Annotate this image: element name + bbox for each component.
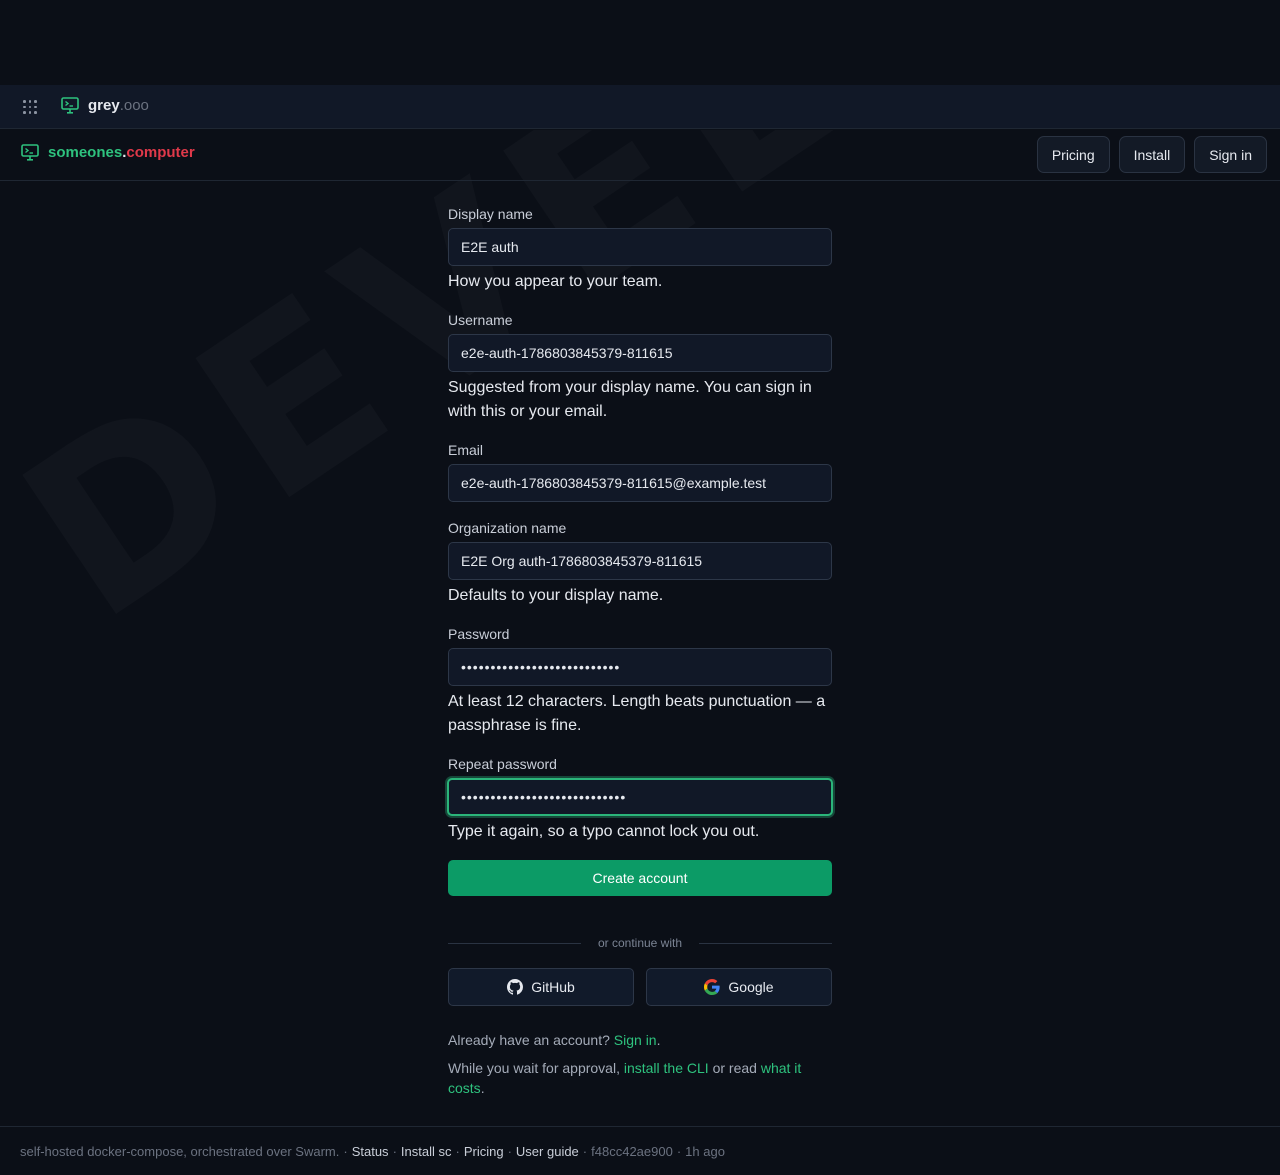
org-name-label: Organization name (448, 520, 567, 536)
username-input[interactable]: e2e-auth-1786803845379-811615 (448, 334, 832, 372)
grey-brand-name: grey (88, 97, 120, 114)
display-name-input[interactable]: E2E auth (448, 228, 832, 266)
header-nav: Pricing Install Sign in (1036, 136, 1267, 173)
someones-computer-brand[interactable]: someones.computer (21, 144, 195, 161)
display-name-hint: How you appear to your team. (448, 273, 663, 290)
grey-brand[interactable]: grey.ooo (61, 97, 149, 114)
app-launcher-grid-icon[interactable] (23, 100, 37, 114)
display-name-label: Display name (448, 206, 533, 222)
install-cli-link[interactable]: install the CLI (624, 1060, 709, 1076)
terminal-monitor-icon (61, 97, 79, 114)
site-footer: self-hosted docker-compose, orchestrated… (0, 1126, 1280, 1175)
password-hint: At least 12 characters. Length beats pun… (448, 693, 826, 734)
google-icon (704, 979, 721, 995)
footer-pricing-link[interactable]: Pricing (464, 1144, 504, 1159)
password-label: Password (448, 626, 510, 642)
org-name-hint: Defaults to your display name. (448, 587, 664, 604)
footer-status-link[interactable]: Status (352, 1144, 389, 1159)
sign-in-button[interactable]: Sign in (1194, 136, 1267, 173)
footer-install-link[interactable]: Install sc (401, 1144, 452, 1159)
username-label: Username (448, 312, 513, 328)
footer-user-guide-link[interactable]: User guide (516, 1144, 579, 1159)
google-label: Google (728, 979, 774, 995)
grey-brand-suffix: .ooo (119, 97, 149, 114)
approval-note: While you wait for approval, install the… (448, 1060, 802, 1096)
password-input[interactable]: ••••••••••••••••••••••••••• (448, 648, 832, 686)
footer-commit-hash: f48cc42ae900 (591, 1143, 673, 1159)
github-label: GitHub (531, 979, 575, 995)
repeat-password-input[interactable]: •••••••••••••••••••••••••••• (447, 778, 833, 816)
repeat-password-label: Repeat password (448, 756, 557, 772)
org-name-input[interactable]: E2E Org auth-1786803845379-811615 (448, 542, 832, 580)
email-label: Email (448, 442, 484, 458)
install-button[interactable]: Install (1118, 136, 1186, 173)
create-account-button[interactable]: Create account (448, 860, 832, 896)
signin-prompt: Already have an account? Sign in. (448, 1032, 661, 1048)
site-header: someones.computer Pricing Install Sign i… (0, 129, 1280, 181)
email-input[interactable]: e2e-auth-1786803845379-811615@example.te… (448, 464, 832, 502)
repeat-password-hint: Type it again, so a typo cannot lock you… (448, 823, 760, 840)
github-button[interactable]: GitHub (448, 968, 634, 1006)
footer-hosting-text: self-hosted docker-compose, orchestrated… (20, 1143, 340, 1159)
github-icon (507, 979, 524, 995)
google-button[interactable]: Google (646, 968, 832, 1006)
username-hint: Suggested from your display name. You ca… (448, 379, 812, 420)
pricing-button[interactable]: Pricing (1036, 136, 1110, 173)
footer-build-age: 1h ago (685, 1143, 725, 1159)
top-app-bar: grey.ooo (0, 85, 1280, 129)
terminal-monitor-icon (21, 144, 39, 161)
sign-in-link[interactable]: Sign in (614, 1032, 657, 1048)
oauth-divider: or continue with (448, 936, 832, 952)
